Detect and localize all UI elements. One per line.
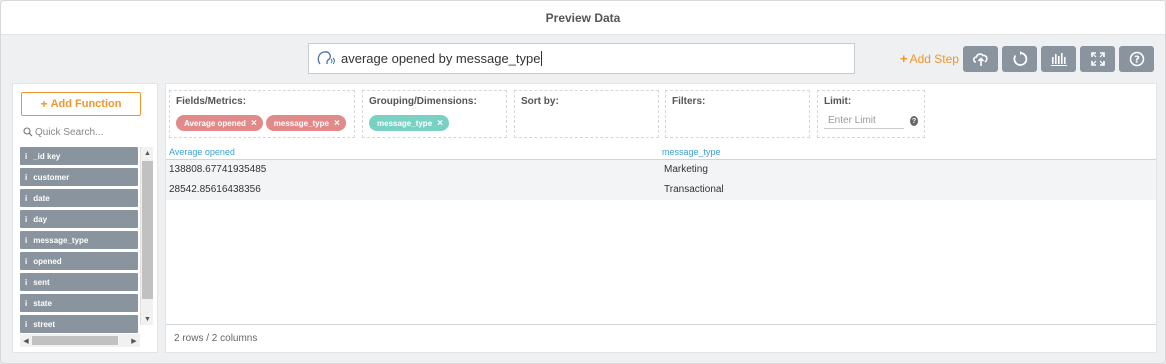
title-bar: Preview Data — [1, 1, 1165, 35]
help-button[interactable]: ? — [1119, 46, 1154, 72]
grouping-dropzone[interactable]: Grouping/Dimensions: message_type × — [362, 90, 507, 138]
field-item[interactable]: i _id key — [20, 147, 138, 165]
field-type-icon: i — [25, 235, 28, 245]
scroll-right-arrow-icon[interactable]: ▶ — [128, 334, 140, 347]
field-item[interactable]: i sent — [20, 273, 138, 291]
pill-label: Average opened — [184, 118, 246, 128]
add-step-label: Add Step — [909, 51, 959, 66]
limit-label: Limit: — [824, 96, 852, 107]
field-label: message_type — [33, 235, 89, 245]
scroll-up-arrow-icon[interactable]: ▲ — [141, 147, 154, 159]
table-cell: 138808.67741935485 — [169, 164, 267, 175]
row-column-summary: 2 rows / 2 columns — [174, 333, 258, 344]
field-label: _id key — [33, 151, 61, 161]
voice-query-icon[interactable] — [315, 49, 337, 69]
field-list: i _id key i customer i date i day i message_t… — [20, 147, 138, 336]
pill-label: message_type — [273, 118, 329, 128]
remove-icon[interactable]: × — [437, 118, 443, 129]
plus-icon: + — [40, 97, 48, 111]
table-row: 138808.67741935485 Marketing — [166, 160, 1156, 180]
scrollbar-thumb[interactable] — [142, 161, 153, 299]
field-list-horizontal-scrollbar[interactable]: ◀ ▶ — [20, 334, 140, 347]
field-type-icon: i — [25, 214, 28, 224]
field-type-icon: i — [25, 256, 28, 266]
query-input[interactable]: average opened by message_type — [308, 43, 855, 74]
refresh-icon — [1012, 51, 1027, 66]
remove-icon[interactable]: × — [251, 118, 257, 129]
expand-icon — [1090, 52, 1105, 66]
field-label: street — [33, 319, 56, 329]
table-cell: Transactional — [664, 184, 724, 195]
cloud-upload-button[interactable] — [963, 46, 998, 72]
preview-data-window: Preview Data average opened by message_t… — [0, 0, 1166, 364]
help-icon[interactable]: ? — [910, 116, 918, 126]
table-cell: Marketing — [664, 164, 708, 175]
field-item[interactable]: i date — [20, 189, 138, 207]
fullscreen-button[interactable] — [1080, 46, 1115, 72]
column-header[interactable]: Average opened — [169, 147, 235, 157]
refresh-button[interactable] — [1002, 46, 1037, 72]
quick-search[interactable] — [23, 124, 143, 140]
field-label: opened — [33, 256, 62, 266]
add-step-button[interactable]: + Add Step — [900, 51, 959, 66]
grouping-pill-message-type[interactable]: message_type × — [369, 115, 449, 131]
fields-metrics-dropzone[interactable]: Fields/Metrics: Average opened × message… — [169, 90, 355, 138]
field-label: date — [33, 193, 50, 203]
quick-search-input[interactable] — [35, 126, 135, 138]
text-caret — [541, 51, 543, 66]
question-icon: ? — [1129, 51, 1144, 67]
sort-by-label: Sort by: — [521, 96, 559, 107]
field-type-icon: i — [25, 319, 28, 329]
grouping-label: Grouping/Dimensions: — [369, 96, 477, 107]
field-type-icon: i — [25, 151, 28, 161]
sort-by-dropzone[interactable]: Sort by: — [514, 90, 659, 138]
data-table: Average opened message_type 138808.67741… — [166, 146, 1156, 200]
field-item[interactable]: i day — [20, 210, 138, 228]
table-footer: 2 rows / 2 columns — [166, 324, 1156, 352]
filters-label: Filters: — [672, 96, 706, 107]
table-header: Average opened message_type — [166, 146, 1156, 160]
sidebar: + Add Function i_id key icustomer idate … — [12, 83, 158, 353]
plus-icon: + — [900, 51, 908, 66]
filters-dropzone[interactable]: Filters: — [665, 90, 810, 138]
field-item[interactable]: i message_type — [20, 231, 138, 249]
main-panel: Fields/Metrics: Average opened × message… — [165, 83, 1157, 353]
limit-box: Limit: ? — [817, 90, 925, 138]
field-type-icon: i — [25, 277, 28, 287]
field-item[interactable]: i state — [20, 294, 138, 312]
field-item[interactable]: i street — [20, 315, 138, 333]
scrollbar-thumb[interactable] — [32, 336, 118, 345]
scroll-down-arrow-icon[interactable]: ▼ — [141, 313, 154, 325]
search-icon — [23, 127, 33, 137]
field-type-icon: i — [25, 193, 28, 203]
field-label: customer — [33, 172, 70, 182]
limit-input[interactable] — [824, 113, 904, 129]
scroll-left-arrow-icon[interactable]: ◀ — [20, 334, 32, 347]
pill-label: message_type — [377, 118, 433, 128]
chart-button[interactable] — [1041, 46, 1076, 72]
field-list-vertical-scrollbar[interactable]: ▲ ▼ — [140, 147, 153, 325]
field-label: state — [33, 298, 52, 308]
field-label: day — [33, 214, 48, 224]
fields-metrics-label: Fields/Metrics: — [176, 96, 247, 107]
column-header[interactable]: message_type — [662, 147, 721, 157]
add-function-button[interactable]: + Add Function — [21, 92, 141, 116]
bar-chart-icon — [1050, 53, 1067, 66]
add-function-label: Add Function — [50, 98, 122, 110]
field-type-icon: i — [25, 172, 28, 182]
table-row: 28542.85616438356 Transactional — [166, 180, 1156, 200]
field-type-icon: i — [25, 298, 28, 308]
field-item[interactable]: i opened — [20, 252, 138, 270]
metric-pill-average-opened[interactable]: Average opened × — [176, 115, 263, 131]
remove-icon[interactable]: × — [334, 118, 340, 129]
page-title: Preview Data — [545, 10, 621, 25]
svg-text:?: ? — [1134, 55, 1140, 66]
query-text[interactable]: average opened by message_type — [341, 51, 540, 66]
field-item[interactable]: i customer — [20, 168, 138, 186]
metric-pill-message-type[interactable]: message_type × — [265, 115, 346, 131]
table-cell: 28542.85616438356 — [169, 184, 261, 195]
field-label: sent — [33, 277, 50, 287]
cloud-upload-icon — [972, 53, 988, 66]
